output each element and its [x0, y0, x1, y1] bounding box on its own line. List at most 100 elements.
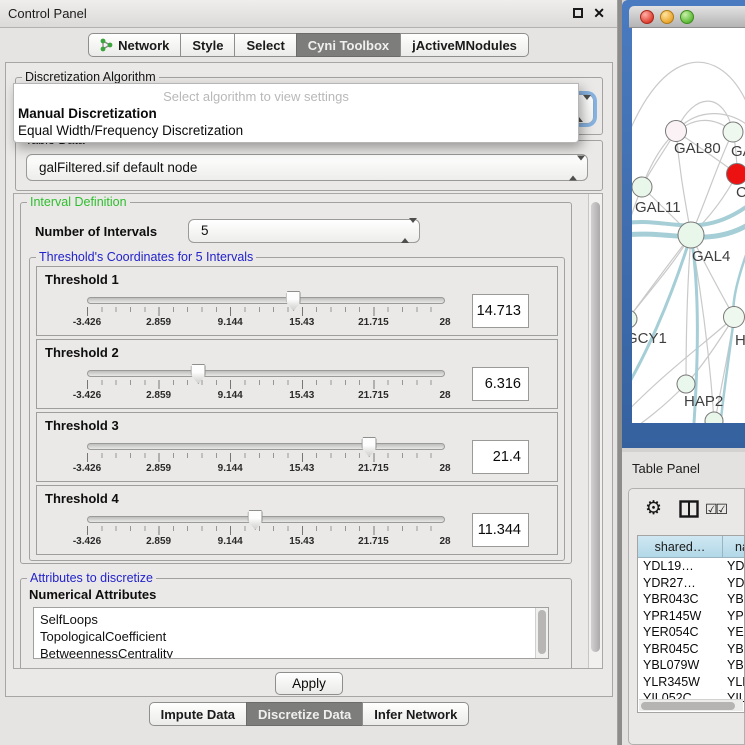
network-node[interactable]: [705, 412, 723, 423]
tab-discretize-data[interactable]: Discretize Data: [246, 702, 363, 726]
discretization-algorithm-group-label: Discretization Algorithm: [22, 70, 159, 84]
table-row[interactable]: YBR045CYBR0: [638, 641, 744, 658]
threshold-3-value-field[interactable]: 21.4: [472, 440, 529, 474]
table-data-combobox[interactable]: galFiltered.sif default node: [26, 154, 588, 181]
tab-impute-data[interactable]: Impute Data: [149, 702, 247, 726]
tab-style[interactable]: Style: [180, 33, 235, 57]
table-data-group: Table Data galFiltered.sif default node: [15, 140, 603, 191]
panel-scrollbar-thumb[interactable]: [591, 202, 600, 652]
threshold-4-panel: Threshold 4 -3.426 2.859 9.144 15.43 21.…: [36, 485, 558, 555]
combo-arrows-icon: [401, 220, 410, 242]
column-checkboxes-icon[interactable]: ☑☑: [705, 502, 726, 518]
network-node[interactable]: [727, 164, 745, 185]
scale-label: 28: [439, 390, 450, 401]
list-scrollbar-thumb[interactable]: [538, 610, 546, 654]
network-node[interactable]: [724, 307, 745, 328]
scale-label: 2.859: [146, 463, 171, 474]
table-row[interactable]: YPR145WYPR1: [638, 608, 744, 625]
number-of-intervals-label: Number of Intervals: [35, 224, 188, 239]
cell-name: YDR2: [723, 575, 744, 592]
table-panel-title: Table Panel: [632, 461, 700, 476]
dropdown-option-manual-discretization[interactable]: Manual Discretization: [18, 106, 157, 121]
cell-name: YER0: [723, 624, 744, 641]
cell-name: YPR1: [723, 608, 744, 625]
slider-track[interactable]: [87, 370, 445, 377]
network-node[interactable]: [632, 310, 637, 328]
thresholds-coordinates-group: Threshold's Coordinates for 5 Intervals …: [29, 257, 565, 561]
slider-track[interactable]: [87, 516, 445, 523]
network-node-label: C: [736, 184, 745, 201]
scale-label: -3.426: [73, 390, 101, 401]
number-of-intervals-combobox[interactable]: 5: [188, 219, 420, 243]
table-row[interactable]: YBR043CYBR0: [638, 591, 744, 608]
tab-select[interactable]: Select: [234, 33, 296, 57]
list-item-topologicalcoefficient[interactable]: TopologicalCoefficient: [34, 628, 548, 645]
threshold-2-slider: -3.426 2.859 9.144 15.43 21.715 28: [87, 370, 445, 402]
numerical-attributes-label: Numerical Attributes: [29, 587, 156, 602]
control-panel-tab-bar: Network Style Select Cyni Toolbox jActiv…: [0, 33, 617, 57]
list-item-selfloops[interactable]: SelfLoops: [34, 611, 548, 628]
network-graph-icon: [100, 38, 113, 57]
table-row[interactable]: YDL19…YDL1: [638, 558, 744, 575]
list-scrollbar[interactable]: [535, 608, 548, 658]
table-panel: Table Panel ⚙ ☑☑ shared… name YDL19…YDL1…: [622, 452, 745, 745]
minimize-traffic-light[interactable]: [660, 10, 674, 24]
scale-label: 15.43: [289, 317, 314, 328]
close-traffic-light[interactable]: [640, 10, 654, 24]
algorithm-placeholder: Select algorithm to view settings: [14, 89, 498, 104]
scale-label: 15.43: [289, 463, 314, 474]
table-row[interactable]: YBL079WYBL0: [638, 657, 744, 674]
threshold-1-value-field[interactable]: 14.713: [472, 294, 529, 328]
scale-label: 2.859: [146, 317, 171, 328]
scale-label: 9.144: [218, 463, 243, 474]
network-canvas[interactable]: GAL80GACGAL11GAL4GCY1HHAP2: [632, 28, 745, 423]
attributes-to-discretize-label: Attributes to discretize: [27, 571, 156, 585]
dropdown-option-equal-width-frequency[interactable]: Equal Width/Frequency Discretization: [18, 123, 243, 138]
network-node[interactable]: [678, 222, 704, 248]
table-horizontal-scrollbar[interactable]: [639, 699, 743, 711]
network-node[interactable]: [723, 122, 743, 142]
float-window-icon[interactable]: [573, 8, 583, 18]
slider-ticks: [87, 380, 445, 389]
column-header-name[interactable]: name: [723, 536, 745, 558]
tab-jactivemnodules[interactable]: jActiveMNodules: [400, 33, 529, 57]
threshold-1-panel: Threshold 1 -3.426 2.859 9.144 15.43 21.…: [36, 266, 558, 336]
panel-scrollbar[interactable]: [588, 194, 602, 668]
scale-label: 21.715: [358, 317, 389, 328]
scale-label: 2.859: [146, 536, 171, 547]
cell-shared-name: YDL19…: [638, 558, 723, 575]
scale-label: 9.144: [218, 536, 243, 547]
gear-icon[interactable]: ⚙: [645, 497, 662, 519]
network-edge: [632, 384, 686, 423]
slider-ticks: [87, 307, 445, 316]
table-row[interactable]: YER054CYER0: [638, 624, 744, 641]
threshold-4-value-field[interactable]: 11.344: [472, 513, 529, 547]
table-row[interactable]: YDR27…YDR2: [638, 575, 744, 592]
network-node[interactable]: [677, 375, 695, 393]
split-columns-icon[interactable]: [679, 500, 699, 523]
slider-track[interactable]: [87, 297, 445, 304]
column-header-shared-name[interactable]: shared…: [638, 536, 723, 558]
zoom-traffic-light[interactable]: [680, 10, 694, 24]
list-item-betweennesscentrality[interactable]: BetweennessCentrality: [34, 645, 548, 659]
tab-network[interactable]: Network: [88, 33, 181, 57]
tab-cyni-toolbox[interactable]: Cyni Toolbox: [296, 33, 401, 57]
scale-label: 2.859: [146, 390, 171, 401]
apply-button[interactable]: Apply: [275, 672, 343, 695]
cyni-toolbox-panel: Discretization Algorithm Select algorith…: [5, 62, 613, 697]
cell-shared-name: YBL079W: [638, 657, 723, 674]
scale-label: 21.715: [358, 463, 389, 474]
network-node[interactable]: [632, 177, 652, 197]
slider-track[interactable]: [87, 443, 445, 450]
number-of-intervals-row: Number of Intervals 5: [35, 219, 420, 243]
close-icon[interactable]: ✕: [593, 5, 605, 22]
scale-label: 21.715: [358, 536, 389, 547]
threshold-2-value-field[interactable]: 6.316: [472, 367, 529, 401]
table-horizontal-scrollbar-thumb[interactable]: [641, 702, 735, 710]
threshold-3-slider: -3.426 2.859 9.144 15.43 21.715 28: [87, 443, 445, 475]
table-row[interactable]: YLR345WYLR3: [638, 674, 744, 691]
tab-infer-network[interactable]: Infer Network: [362, 702, 469, 726]
network-node[interactable]: [666, 121, 687, 142]
table-header-row: shared… name: [638, 536, 744, 558]
network-node-label: HAP2: [684, 393, 723, 410]
